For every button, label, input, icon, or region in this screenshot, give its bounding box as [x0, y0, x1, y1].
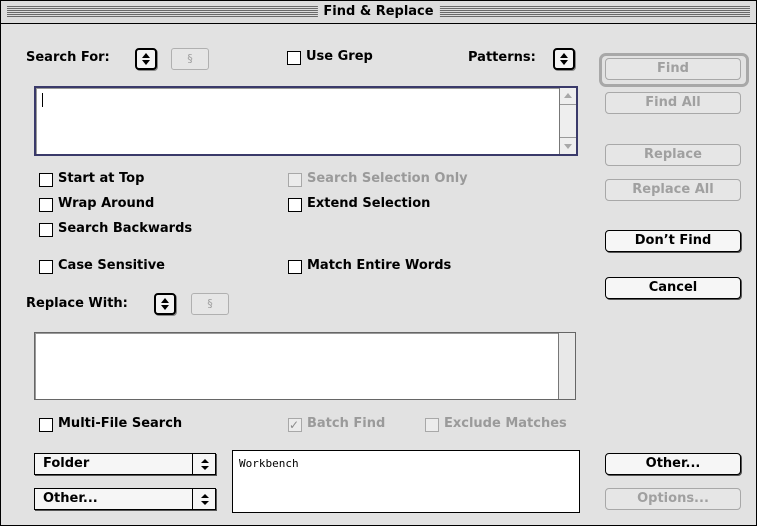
search-selection-only-label: Search Selection Only: [307, 171, 468, 186]
scroll-down-arrow[interactable]: [560, 137, 576, 154]
up-down-arrows-icon: [201, 494, 209, 505]
start-at-top-label: Start at Top: [58, 171, 145, 186]
other-select-value: Other...: [43, 491, 98, 506]
wrap-around-checkbox[interactable]: [39, 198, 53, 212]
window-title: Find & Replace: [317, 3, 440, 21]
up-down-arrows-icon: [142, 53, 150, 65]
text-caret: [42, 93, 43, 107]
cancel-button[interactable]: Cancel: [605, 277, 741, 299]
multi-file-search-label: Multi-File Search: [58, 416, 183, 431]
patterns-label: Patterns:: [468, 50, 536, 65]
source-select-value: Folder: [43, 456, 90, 471]
checkmark-icon: ✓: [289, 418, 300, 432]
search-recent-popup[interactable]: [135, 48, 157, 70]
find-all-button[interactable]: Find All: [605, 92, 741, 114]
case-sensitive-checkbox[interactable]: [39, 260, 53, 274]
search-selection-only-checkbox[interactable]: [288, 173, 302, 187]
batch-find-label: Batch Find: [307, 416, 386, 431]
batch-find-checkbox[interactable]: ✓: [288, 418, 302, 432]
file-list-item[interactable]: Workbench: [239, 457, 299, 470]
replace-button[interactable]: Replace: [605, 144, 741, 166]
scroll-down-icon: [564, 144, 572, 149]
search-scrollbar[interactable]: [559, 88, 576, 154]
start-at-top-checkbox[interactable]: [39, 173, 53, 187]
select-arrow: [192, 454, 215, 474]
case-sensitive-label: Case Sensitive: [58, 258, 165, 273]
source-select[interactable]: Folder: [34, 453, 216, 475]
search-text-field[interactable]: [34, 86, 578, 156]
find-button[interactable]: Find: [605, 58, 741, 80]
search-special-button[interactable]: §: [171, 48, 209, 70]
find-replace-dialog: Find & Replace Search For: § Use Grep Pa…: [0, 0, 757, 526]
use-grep-checkbox[interactable]: [287, 51, 301, 65]
wrap-around-label: Wrap Around: [58, 196, 155, 211]
other-select[interactable]: Other...: [34, 488, 216, 510]
select-arrow: [192, 489, 215, 509]
dont-find-button[interactable]: Don’t Find: [605, 230, 741, 252]
up-down-arrows-icon: [201, 459, 209, 470]
match-entire-words-checkbox[interactable]: [288, 260, 302, 274]
exclude-matches-checkbox[interactable]: [425, 418, 439, 432]
scroll-up-arrow[interactable]: [560, 88, 576, 105]
replace-text-field[interactable]: [34, 332, 576, 400]
replace-scrollbar[interactable]: [558, 333, 575, 399]
use-grep-label: Use Grep: [306, 49, 373, 64]
replace-recent-popup[interactable]: [154, 293, 176, 315]
search-for-label: Search For:: [26, 50, 110, 65]
options-button[interactable]: Options...: [605, 488, 741, 510]
replace-all-button[interactable]: Replace All: [605, 179, 741, 201]
search-backwards-label: Search Backwards: [58, 221, 193, 236]
match-entire-words-label: Match Entire Words: [307, 258, 452, 273]
patterns-popup[interactable]: [553, 48, 575, 70]
replace-with-label: Replace With:: [26, 296, 128, 311]
file-list[interactable]: Workbench: [232, 450, 580, 513]
other-button[interactable]: Other...: [605, 453, 741, 475]
extend-selection-label: Extend Selection: [307, 196, 431, 211]
up-down-arrows-icon: [161, 298, 169, 310]
replace-special-button[interactable]: §: [191, 293, 229, 315]
up-down-arrows-icon: [560, 53, 568, 65]
exclude-matches-label: Exclude Matches: [444, 416, 567, 431]
extend-selection-checkbox[interactable]: [288, 198, 302, 212]
search-backwards-checkbox[interactable]: [39, 223, 53, 237]
multi-file-search-checkbox[interactable]: [39, 418, 53, 432]
title-bar[interactable]: Find & Replace: [1, 1, 756, 24]
scroll-up-icon: [564, 93, 572, 98]
